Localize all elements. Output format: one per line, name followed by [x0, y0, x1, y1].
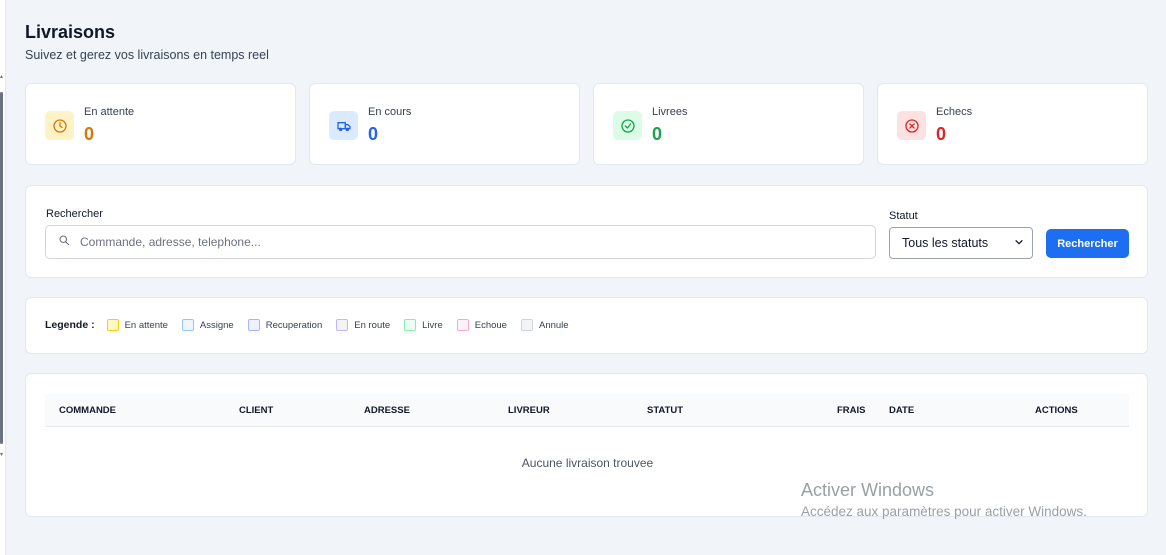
scroll-down-arrow-icon[interactable]: ▾ [0, 452, 5, 458]
legend-item-livre: Livre [404, 319, 443, 331]
status-select[interactable]: Tous les statuts [889, 227, 1033, 259]
legend-label: Recuperation [265, 319, 323, 331]
page-title: Livraisons [25, 22, 116, 42]
stat-card-en-attente: En attente 0 [25, 83, 296, 165]
column-header-adresse[interactable]: ADRESSE [364, 405, 410, 416]
legend-panel: Legende : En attente Assigne Recuperatio… [25, 297, 1148, 354]
status-select-value: Tous les statuts [902, 236, 989, 250]
scroll-up-arrow-icon[interactable]: ▴ [0, 74, 5, 80]
watermark-title: Activer Windows [801, 480, 935, 500]
check-circle-icon [613, 111, 642, 140]
column-header-client[interactable]: CLIENT [239, 405, 273, 416]
x-circle-icon [897, 111, 926, 140]
stat-label: En attente [84, 106, 135, 118]
legend-item-en-route: En route [336, 319, 390, 331]
legend-label: Annule [538, 319, 569, 331]
column-header-livreur[interactable]: LIVREUR [508, 405, 550, 416]
stat-label: En cours [368, 106, 412, 118]
page-subtitle: Suivez et gerez vos livraisons en temps … [25, 48, 269, 62]
filter-panel: Rechercher Statut Tous les statuts Reche… [25, 185, 1148, 278]
legend-item-annule: Annule [520, 319, 569, 331]
windows-activation-watermark: Activer Windows Accédez aux paramètres p… [801, 480, 1087, 519]
legend-swatch [404, 319, 417, 331]
clock-icon [45, 111, 74, 140]
stat-value: 0 [936, 124, 947, 144]
stat-value: 0 [652, 124, 663, 144]
stat-card-echecs: Echecs 0 [877, 83, 1148, 165]
watermark-subtitle: Accédez aux paramètres pour activer Wind… [801, 504, 1087, 519]
column-header-statut[interactable]: STATUT [647, 405, 683, 416]
legend-swatch [520, 319, 533, 331]
legend: Legende : En attente Assigne Recuperatio… [45, 319, 583, 331]
legend-item-en-attente: En attente [106, 319, 168, 331]
legend-label: Echoue [474, 319, 507, 331]
empty-state-message: Aucune livraison trouvee [521, 456, 654, 470]
legend-item-recuperation: Recuperation [247, 319, 323, 331]
search-button[interactable]: Rechercher [1046, 229, 1129, 258]
scrollbar[interactable]: ▴ ▾ [0, 0, 6, 555]
legend-label: En route [354, 319, 391, 331]
search-label: Rechercher [46, 208, 103, 220]
scrollbar-thumb[interactable] [0, 92, 3, 444]
stat-label: Echecs [936, 106, 973, 118]
search-field[interactable] [45, 225, 876, 259]
stat-value: 0 [368, 124, 379, 144]
search-icon [58, 233, 70, 251]
status-label: Statut [889, 210, 918, 222]
legend-swatch [247, 319, 260, 331]
column-header-date[interactable]: DATE [889, 405, 914, 416]
column-header-actions[interactable]: ACTIONS [1035, 405, 1078, 416]
chevron-down-icon [1014, 236, 1024, 250]
stat-value: 0 [84, 124, 95, 144]
column-header-commande[interactable]: COMMANDE [59, 405, 116, 416]
legend-swatch [456, 319, 469, 331]
stat-card-livrees: Livrees 0 [593, 83, 864, 165]
legend-swatch [336, 319, 349, 331]
truck-icon [329, 111, 358, 140]
column-header-frais[interactable]: FRAIS [837, 405, 866, 416]
legend-label: En attente [124, 319, 168, 331]
legend-swatch [106, 319, 119, 331]
legend-label: Assigne [199, 319, 234, 331]
legend-item-echoue: Echoue [456, 319, 507, 331]
stat-label: Livrees [652, 106, 688, 118]
legend-item-assigne: Assigne [181, 319, 234, 331]
stat-card-en-cours: En cours 0 [309, 83, 580, 165]
legend-swatch [181, 319, 194, 331]
search-input[interactable] [80, 235, 840, 249]
legend-label: Livre [422, 319, 443, 331]
legend-title: Legende : [45, 319, 95, 331]
table-header: COMMANDE CLIENT ADRESSE LIVREUR STATUT F… [45, 394, 1129, 427]
